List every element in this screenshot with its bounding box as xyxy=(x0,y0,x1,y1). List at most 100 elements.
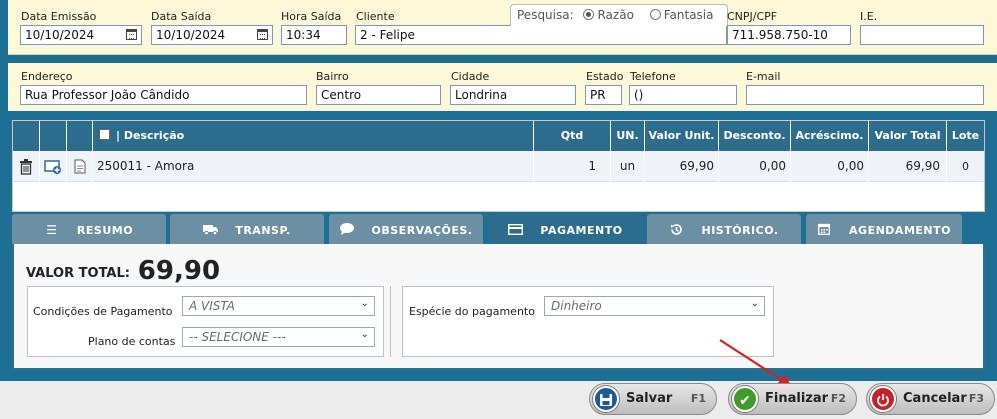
finalizar-shortcut: F2 xyxy=(830,392,846,405)
table-header: | Descrição Qtd UN. Valor Unit. Desconto… xyxy=(13,121,984,151)
tab-agendamento-label: AGENDAMENTO xyxy=(849,224,951,237)
cnpj-input[interactable]: 711.958.750-10 xyxy=(727,25,851,45)
table-row[interactable]: 250011 - Amora 1 un 69,90 0,00 0,00 69,9… xyxy=(13,151,984,182)
tab-transp-label: TRANSP. xyxy=(235,224,291,237)
bairro-input[interactable]: Centro xyxy=(316,85,441,105)
cliente-input[interactable]: 2 - Felipe xyxy=(355,25,727,45)
calendar-icon[interactable] xyxy=(126,29,137,40)
th-descricao-label: | Descrição xyxy=(116,129,185,142)
tab-pagamento[interactable]: PAGAMENTO xyxy=(488,214,643,246)
cancelar-label: Cancelar xyxy=(903,391,967,406)
radio-fantasia-label[interactable]: Fantasia xyxy=(664,8,714,22)
plano-select[interactable]: -- SELECIONE --- ⌄ xyxy=(182,327,375,347)
cell-valor-total: 69,90 xyxy=(869,151,947,182)
add-detail-icon[interactable] xyxy=(40,151,67,182)
th-lote: Lote xyxy=(951,129,980,142)
condicoes-fieldset: Condições de Pagamento A VISTA ⌄ Plano de… xyxy=(27,286,384,357)
email-input[interactable] xyxy=(746,85,984,105)
address-panel: Endereço Rua Professor João Cândido Bair… xyxy=(8,63,997,111)
valor-total-block: VALOR TOTAL: 69,90 xyxy=(26,256,220,286)
email-label: E-mail xyxy=(746,70,781,83)
cidade-input[interactable]: Londrina xyxy=(450,85,576,105)
especie-select-value: Dinheiro xyxy=(551,299,602,313)
chevron-down-icon: ⌄ xyxy=(360,298,369,309)
cell-valor-unit: 69,90 xyxy=(645,151,719,182)
th-descricao: | Descrição xyxy=(93,121,534,151)
history-icon xyxy=(670,214,684,246)
finalizar-button[interactable]: ✔ Finalizar F2 xyxy=(728,383,857,415)
salvar-label: Salvar xyxy=(626,391,673,406)
data-emissao-label: Data Emissão xyxy=(21,10,97,23)
th-valor-total: Valor Total xyxy=(869,121,947,151)
data-saida-input[interactable]: 10/10/2024 xyxy=(151,25,273,45)
bairro-label: Bairro xyxy=(316,70,349,83)
finalizar-label: Finalizar xyxy=(765,391,829,406)
tab-agendamento[interactable]: AGENDAMENTO xyxy=(806,214,962,244)
especie-label: Espécie do pagamento xyxy=(409,305,535,318)
salvar-shortcut: F1 xyxy=(690,392,706,405)
payment-panel: VALOR TOTAL: 69,90 Condições de Pagament… xyxy=(12,244,985,370)
tab-resumo-label: RESUMO xyxy=(76,224,134,237)
power-icon xyxy=(870,386,896,412)
telefone-input[interactable]: () xyxy=(629,85,737,105)
truck-icon xyxy=(203,214,219,246)
data-saida-value: 10/10/2024 xyxy=(156,28,226,42)
cancelar-button[interactable]: Cancelar F3 xyxy=(866,383,995,415)
th-action-3 xyxy=(67,121,93,151)
comment-icon xyxy=(339,214,354,246)
cell-lote: 0 xyxy=(962,160,969,173)
plano-select-value: -- SELECIONE --- xyxy=(189,330,286,344)
especie-select[interactable]: Dinheiro ⌄ xyxy=(544,296,765,316)
tab-pagamento-label: PAGAMENTO xyxy=(540,224,623,237)
cell-un: un xyxy=(611,151,645,182)
cnpj-label: CNPJ/CPF xyxy=(727,10,778,23)
pesquisa-label: Pesquisa: xyxy=(517,8,574,22)
th-un: UN. xyxy=(611,121,645,151)
valor-total-label: VALOR TOTAL: xyxy=(26,266,130,281)
ie-input[interactable] xyxy=(860,25,984,45)
estado-label: Estado xyxy=(586,70,624,83)
ie-label: I.E. xyxy=(860,10,878,23)
trash-icon[interactable] xyxy=(13,151,40,182)
tab-transp[interactable]: TRANSP. xyxy=(170,214,324,244)
salvar-button[interactable]: Salvar F1 xyxy=(589,383,717,415)
document-icon[interactable] xyxy=(67,151,93,182)
cancelar-shortcut: F3 xyxy=(968,392,984,405)
radio-razao[interactable] xyxy=(583,9,595,20)
tab-observacoes-label: OBSERVAÇÕES. xyxy=(371,224,473,237)
credit-card-icon xyxy=(508,214,524,246)
hora-saida-input[interactable]: 10:34 xyxy=(281,25,347,45)
data-saida-label: Data Saída xyxy=(151,10,212,23)
list-icon: ☰ xyxy=(46,223,58,237)
endereco-label: Endereço xyxy=(21,70,73,83)
th-action-1 xyxy=(13,121,40,151)
cliente-label: Cliente xyxy=(356,10,395,23)
condicoes-select-value: A VISTA xyxy=(189,299,235,313)
pesquisa-box: Pesquisa: Razão Fantasia xyxy=(510,4,728,26)
plano-label: Plano de contas xyxy=(88,335,176,348)
th-qtd: Qtd xyxy=(534,121,611,151)
cidade-label: Cidade xyxy=(451,70,490,83)
condicoes-select[interactable]: A VISTA ⌄ xyxy=(182,296,375,316)
estado-input[interactable]: PR xyxy=(585,85,622,105)
cell-acrescimo: 0,00 xyxy=(791,151,869,182)
cell-qtd: 1 xyxy=(534,151,611,182)
checkmark-icon: ✔ xyxy=(732,386,758,412)
data-emissao-input[interactable]: 10/10/2024 xyxy=(20,25,142,45)
chevron-down-icon: ⌄ xyxy=(360,329,369,340)
tab-observacoes[interactable]: OBSERVAÇÕES. xyxy=(329,214,483,244)
tab-historico[interactable]: HISTÓRICO. xyxy=(647,214,801,244)
calendar-icon[interactable] xyxy=(257,29,268,40)
calendar-icon xyxy=(817,214,831,246)
radio-fantasia[interactable] xyxy=(649,9,661,20)
endereco-input[interactable]: Rua Professor João Cândido xyxy=(20,85,307,105)
floppy-disk-icon xyxy=(593,386,619,412)
items-table: | Descrição Qtd UN. Valor Unit. Desconto… xyxy=(12,120,985,212)
chevron-down-icon: ⌄ xyxy=(750,298,759,309)
cell-descricao: 250011 - Amora xyxy=(93,151,534,182)
tab-resumo[interactable]: ☰ RESUMO xyxy=(12,214,166,244)
select-all-checkbox[interactable] xyxy=(99,129,110,140)
condicoes-label: Condições de Pagamento xyxy=(33,305,173,318)
radio-razao-label[interactable]: Razão xyxy=(597,8,633,22)
th-valor-unit: Valor Unit. xyxy=(645,121,719,151)
